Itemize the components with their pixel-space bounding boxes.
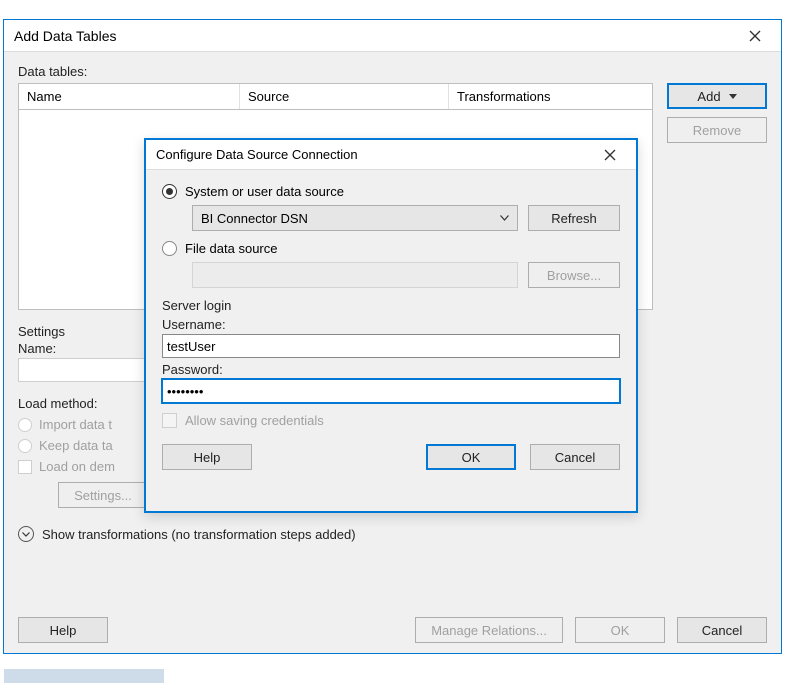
add-button-label: Add: [697, 89, 720, 104]
checkbox-icon: [162, 413, 177, 428]
caret-down-icon: [729, 94, 737, 99]
modal-ok-label: OK: [462, 450, 481, 465]
refresh-button-label: Refresh: [551, 211, 597, 226]
chevron-down-icon: [18, 526, 34, 542]
radio-icon: [18, 439, 32, 453]
modal-footer: Help OK Cancel: [162, 444, 620, 470]
column-header-source[interactable]: Source: [240, 84, 449, 109]
radio-icon: [162, 184, 177, 199]
main-cancel-label: Cancel: [702, 623, 742, 638]
main-ok-button: OK: [575, 617, 665, 643]
main-ok-label: OK: [611, 623, 630, 638]
import-data-label: Import data t: [39, 417, 112, 432]
modal-cancel-label: Cancel: [555, 450, 595, 465]
modal-cancel-button[interactable]: Cancel: [530, 444, 620, 470]
manage-relations-button: Manage Relations...: [415, 617, 563, 643]
add-button[interactable]: Add: [667, 83, 767, 109]
remove-button-label: Remove: [693, 123, 741, 138]
radio-file-source[interactable]: File data source: [162, 241, 620, 256]
system-user-source-label: System or user data source: [185, 184, 344, 199]
server-login-label: Server login: [162, 298, 620, 313]
allow-save-credentials-row: Allow saving credentials: [162, 413, 620, 428]
modal-ok-button[interactable]: OK: [426, 444, 516, 470]
browse-button-label: Browse...: [547, 268, 601, 283]
main-cancel-button[interactable]: Cancel: [677, 617, 767, 643]
close-icon[interactable]: [735, 22, 775, 50]
load-on-demand-label: Load on dem: [39, 459, 115, 474]
file-source-label: File data source: [185, 241, 278, 256]
modal-title: Configure Data Source Connection: [156, 147, 358, 162]
dsn-dropdown[interactable]: BI Connector DSN: [192, 205, 518, 231]
help-button[interactable]: Help: [18, 617, 108, 643]
username-label: Username:: [162, 317, 620, 332]
modal-help-button[interactable]: Help: [162, 444, 252, 470]
radio-system-user-source[interactable]: System or user data source: [162, 184, 620, 199]
close-icon[interactable]: [590, 141, 630, 169]
table-side-buttons: Add Remove: [667, 83, 767, 143]
password-input[interactable]: [162, 379, 620, 403]
main-window-title: Add Data Tables: [14, 28, 116, 44]
on-demand-settings-button: Settings...: [58, 482, 148, 508]
chevron-down-icon: [500, 215, 509, 221]
dsn-selected-label: BI Connector DSN: [201, 211, 308, 226]
on-demand-settings-label: Settings...: [74, 488, 132, 503]
show-transformations-label: Show transformations (no transformation …: [42, 527, 356, 542]
file-source-row: Browse...: [192, 262, 620, 288]
remove-button: Remove: [667, 117, 767, 143]
data-tables-label: Data tables:: [18, 64, 767, 79]
main-footer: Help Manage Relations... OK Cancel: [18, 617, 767, 643]
radio-icon: [162, 241, 177, 256]
allow-save-credentials-label: Allow saving credentials: [185, 413, 324, 428]
configure-connection-dialog: Configure Data Source Connection System …: [144, 138, 638, 513]
show-transformations-toggle[interactable]: Show transformations (no transformation …: [18, 526, 767, 542]
password-label: Password:: [162, 362, 620, 377]
taskbar-fragment: [4, 669, 164, 683]
column-header-transformations[interactable]: Transformations: [449, 84, 652, 109]
browse-button: Browse...: [528, 262, 620, 288]
column-header-name[interactable]: Name: [19, 84, 240, 109]
main-titlebar: Add Data Tables: [4, 20, 781, 52]
modal-help-label: Help: [194, 450, 221, 465]
modal-titlebar: Configure Data Source Connection: [146, 140, 636, 170]
modal-body: System or user data source BI Connector …: [146, 170, 636, 482]
data-tables-header: Name Source Transformations: [18, 83, 653, 110]
manage-relations-label: Manage Relations...: [431, 623, 547, 638]
refresh-button[interactable]: Refresh: [528, 205, 620, 231]
radio-icon: [18, 418, 32, 432]
checkbox-icon: [18, 460, 32, 474]
help-button-label: Help: [50, 623, 77, 638]
dsn-row: BI Connector DSN Refresh: [192, 205, 620, 231]
file-source-input: [192, 262, 518, 288]
keep-data-label: Keep data ta: [39, 438, 113, 453]
username-input[interactable]: [162, 334, 620, 358]
